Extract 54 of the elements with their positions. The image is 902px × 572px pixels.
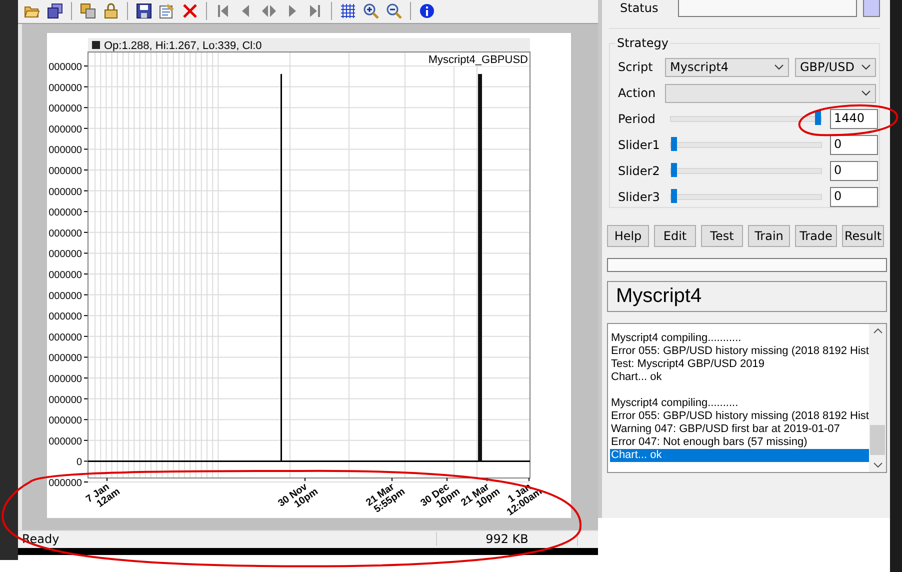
log-line[interactable]: Myscript4 compiling.......... xyxy=(610,397,869,410)
axis-label: 000000 xyxy=(48,394,82,406)
axis-label: 000000 xyxy=(48,249,82,260)
script-title: Myscript4 xyxy=(607,281,887,312)
memory-text: 992 KB xyxy=(436,532,578,546)
axis-label: 000000 xyxy=(48,374,82,385)
log-line[interactable]: Test: Myscript4 GBP/USD 2019 xyxy=(610,358,869,371)
field-label: Slider3 xyxy=(618,190,661,204)
axis-label: 000000 xyxy=(48,145,82,156)
axis-label: 000000 xyxy=(48,124,82,136)
axis-label: 000000 xyxy=(48,228,82,240)
axis-label: 000000 xyxy=(48,166,82,177)
field-label: Script xyxy=(618,60,654,74)
axis-label: 000000 xyxy=(48,207,82,218)
status-text: Ready xyxy=(21,532,60,546)
log-line[interactable]: Error 055: GBP/USD history missing (2018 8192 Hist xyxy=(610,345,869,358)
axis-label: 000000 xyxy=(48,103,82,114)
field-label: Status xyxy=(620,0,660,15)
axis-label: 0 xyxy=(76,457,82,468)
log-line[interactable]: Warning 047: GBP/USD first bar at 2019-01-07 xyxy=(610,423,869,436)
legend-text: Op:1.288, Hi:1.267, Lo:339, Cl:0 xyxy=(104,40,262,52)
action-button[interactable]: Result xyxy=(842,225,884,247)
value-field[interactable]: 0 xyxy=(830,187,878,207)
script-dropdown[interactable]: Myscript4 xyxy=(665,58,789,76)
action-button[interactable]: Trade xyxy=(795,225,837,247)
action-button[interactable]: Help xyxy=(607,225,649,247)
axis-label: 000000 xyxy=(48,270,82,281)
axis-label: 000000 xyxy=(48,82,82,94)
field-label: Period xyxy=(618,112,656,126)
axis-label: 000000 xyxy=(48,436,82,448)
action-button[interactable]: Test xyxy=(701,225,743,247)
asset-dropdown[interactable]: GBP/USD xyxy=(795,58,876,76)
log-line[interactable]: Chart... ok xyxy=(610,371,869,384)
axis-label: 000000 xyxy=(48,311,82,322)
field-label: Slider1 xyxy=(618,138,661,152)
axis-label: 000000 xyxy=(48,415,82,426)
log-line[interactable]: Myscript4 compiling........... xyxy=(610,332,869,345)
axis-label: 000000 xyxy=(48,478,82,489)
field-label: Slider2 xyxy=(618,164,661,178)
action-button[interactable]: Train xyxy=(748,225,790,247)
group-title: Strategy xyxy=(615,36,670,50)
chart-title: Myscript4_GBPUSD xyxy=(428,54,528,66)
log-line[interactable]: Error 055: GBP/USD history missing (2018 8192 Hist xyxy=(610,410,869,423)
axis-label: 000000 xyxy=(48,353,82,364)
axis-label: 000000 xyxy=(48,332,82,344)
axis-label: 000000 xyxy=(48,186,82,198)
axis-label: 000000 xyxy=(48,290,82,302)
axis-label: 000000 xyxy=(48,62,82,73)
action-button[interactable]: Edit xyxy=(654,225,696,247)
value-field[interactable]: 0 xyxy=(830,135,878,155)
value-field[interactable]: 0 xyxy=(830,161,878,181)
field-label: Action xyxy=(618,86,657,100)
log-line[interactable]: Error 047: Not enough bars (57 missing) xyxy=(610,436,869,449)
value-field[interactable]: 1440 xyxy=(830,109,878,129)
